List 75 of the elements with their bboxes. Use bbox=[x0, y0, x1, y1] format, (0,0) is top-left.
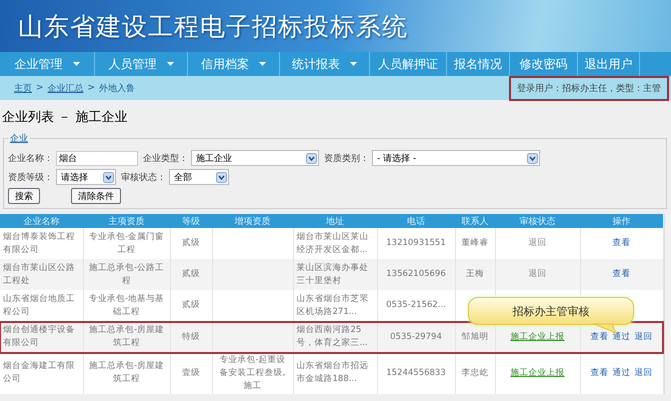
table-cell: 施工总承包-房屋建筑工程 bbox=[88, 361, 164, 384]
filter-legend[interactable]: 企业 bbox=[8, 132, 30, 145]
table-cell: 施工总承包-公路工程 bbox=[88, 262, 164, 286]
table-cell: 烟台市莱山区公路工程处 bbox=[3, 262, 75, 286]
table-cell: 15244556833 bbox=[386, 368, 446, 378]
status-link[interactable]: 退回 bbox=[528, 238, 546, 248]
table-cell: 贰级 bbox=[182, 269, 200, 280]
table-cell: 壹级 bbox=[182, 368, 200, 378]
table-cell: 贰级 bbox=[182, 300, 200, 310]
action-link[interactable]: 查看 bbox=[590, 332, 608, 342]
table-cell: 邹旭明 bbox=[462, 332, 488, 342]
table-cell: 山东省烟台市芝罘区机场路271... bbox=[296, 294, 368, 317]
field-label: 企业类型： bbox=[143, 152, 188, 164]
action-link[interactable]: 查看 bbox=[612, 238, 630, 248]
column-header: 地址 bbox=[293, 214, 377, 228]
select-field[interactable]: 请选择 bbox=[56, 169, 116, 185]
table-cell: 烟台博泰装饰工程有限公司 bbox=[3, 232, 75, 255]
column-header: 主项资质 bbox=[83, 214, 170, 228]
column-header: 等级 bbox=[170, 214, 212, 228]
field-label: 资质类别： bbox=[324, 152, 369, 164]
clear-button[interactable]: 清除条件 bbox=[71, 188, 121, 204]
column-header: 操作 bbox=[580, 214, 663, 228]
system-title: 山东省建设工程电子招标投标系统 bbox=[18, 10, 408, 42]
column-header: 企业名称 bbox=[0, 214, 83, 228]
table-cell: 烟台市莱山区莱山经济开发区金都... bbox=[296, 232, 368, 255]
action-link[interactable]: 退回 bbox=[634, 368, 652, 378]
breadcrumb-separator: > bbox=[88, 83, 96, 93]
table-cell: 烟台西南河路25号，体育之家三... bbox=[296, 325, 368, 348]
select-field[interactable]: - 请选择 - bbox=[372, 150, 540, 166]
nav-menu-item[interactable]: 退出用户 bbox=[578, 52, 640, 76]
table-cell: 烟台金海建工有限公司 bbox=[3, 361, 75, 384]
login-info: 登录用户：招标办主任，类型：主管 bbox=[509, 76, 669, 100]
column-header: 增项资质 bbox=[212, 214, 293, 228]
table-cell: 专业承包-起重设备安装工程叁级,施工 bbox=[219, 354, 286, 391]
breadcrumb-current: 外地入鲁 bbox=[99, 82, 136, 94]
table-cell: 13210931551 bbox=[386, 238, 446, 248]
table-cell: 施工总承包-房屋建筑工程 bbox=[88, 325, 164, 348]
status-link[interactable]: 施工企业上报 bbox=[510, 332, 564, 342]
table-cell: 莱山区滨海办事处三十里堡村 bbox=[296, 262, 368, 286]
breadcrumb-separator: > bbox=[36, 83, 44, 93]
column-header: 联系人 bbox=[455, 214, 495, 228]
search-button[interactable]: 搜索 bbox=[8, 188, 40, 204]
action-link[interactable]: 通过 bbox=[612, 368, 630, 378]
table-cell: 专业承包-金属门窗工程 bbox=[88, 232, 164, 255]
action-link[interactable]: 退回 bbox=[634, 332, 652, 342]
table-cell: 山东省烟台地质工程公司 bbox=[3, 294, 75, 317]
table-cell: 烟台创通楼宇设备有限公司 bbox=[3, 325, 75, 348]
status-link[interactable]: 施工企业上报 bbox=[510, 368, 564, 378]
column-header: 审核状态 bbox=[495, 214, 580, 228]
select-field[interactable]: 全部 bbox=[169, 169, 229, 185]
table-cell: 董峰睿 bbox=[462, 238, 488, 248]
table-cell: 0535-21562... bbox=[386, 300, 446, 310]
input-field[interactable]: 烟台 bbox=[56, 150, 138, 166]
page-title: 企业列表 － 施工企业 bbox=[1, 109, 128, 127]
field-label: 审核状态： bbox=[121, 172, 166, 184]
select-field[interactable]: 施工企业 bbox=[191, 150, 319, 166]
breadcrumb-link[interactable]: 企业汇总 bbox=[48, 82, 84, 94]
field-label: 企业名称： bbox=[8, 152, 53, 164]
action-link[interactable]: 查看 bbox=[590, 368, 608, 378]
status-link[interactable]: 退回 bbox=[528, 269, 546, 280]
breadcrumb-link[interactable]: 主页 bbox=[14, 82, 32, 94]
action-link[interactable]: 通过 bbox=[612, 332, 630, 342]
table-cell: 特级 bbox=[182, 332, 200, 342]
action-link[interactable]: 查看 bbox=[612, 269, 630, 280]
field-label: 资质等级： bbox=[8, 172, 53, 184]
column-header: 电话 bbox=[377, 214, 455, 228]
table-cell: 王梅 bbox=[466, 269, 484, 280]
callout-bubble: 招标办主管审核 bbox=[468, 297, 634, 325]
table-cell: 0535-29794 bbox=[390, 332, 442, 342]
table-cell: 山东省烟台市招远市金城路188... bbox=[296, 361, 368, 384]
table-cell: 13562105696 bbox=[386, 269, 446, 280]
table-cell: 李忠屹 bbox=[462, 368, 488, 378]
table-cell: 专业承包-地基与基础工程 bbox=[88, 294, 164, 317]
table-cell: 贰级 bbox=[182, 238, 200, 248]
nav-menu-item[interactable]: 修改密码 bbox=[510, 52, 578, 76]
